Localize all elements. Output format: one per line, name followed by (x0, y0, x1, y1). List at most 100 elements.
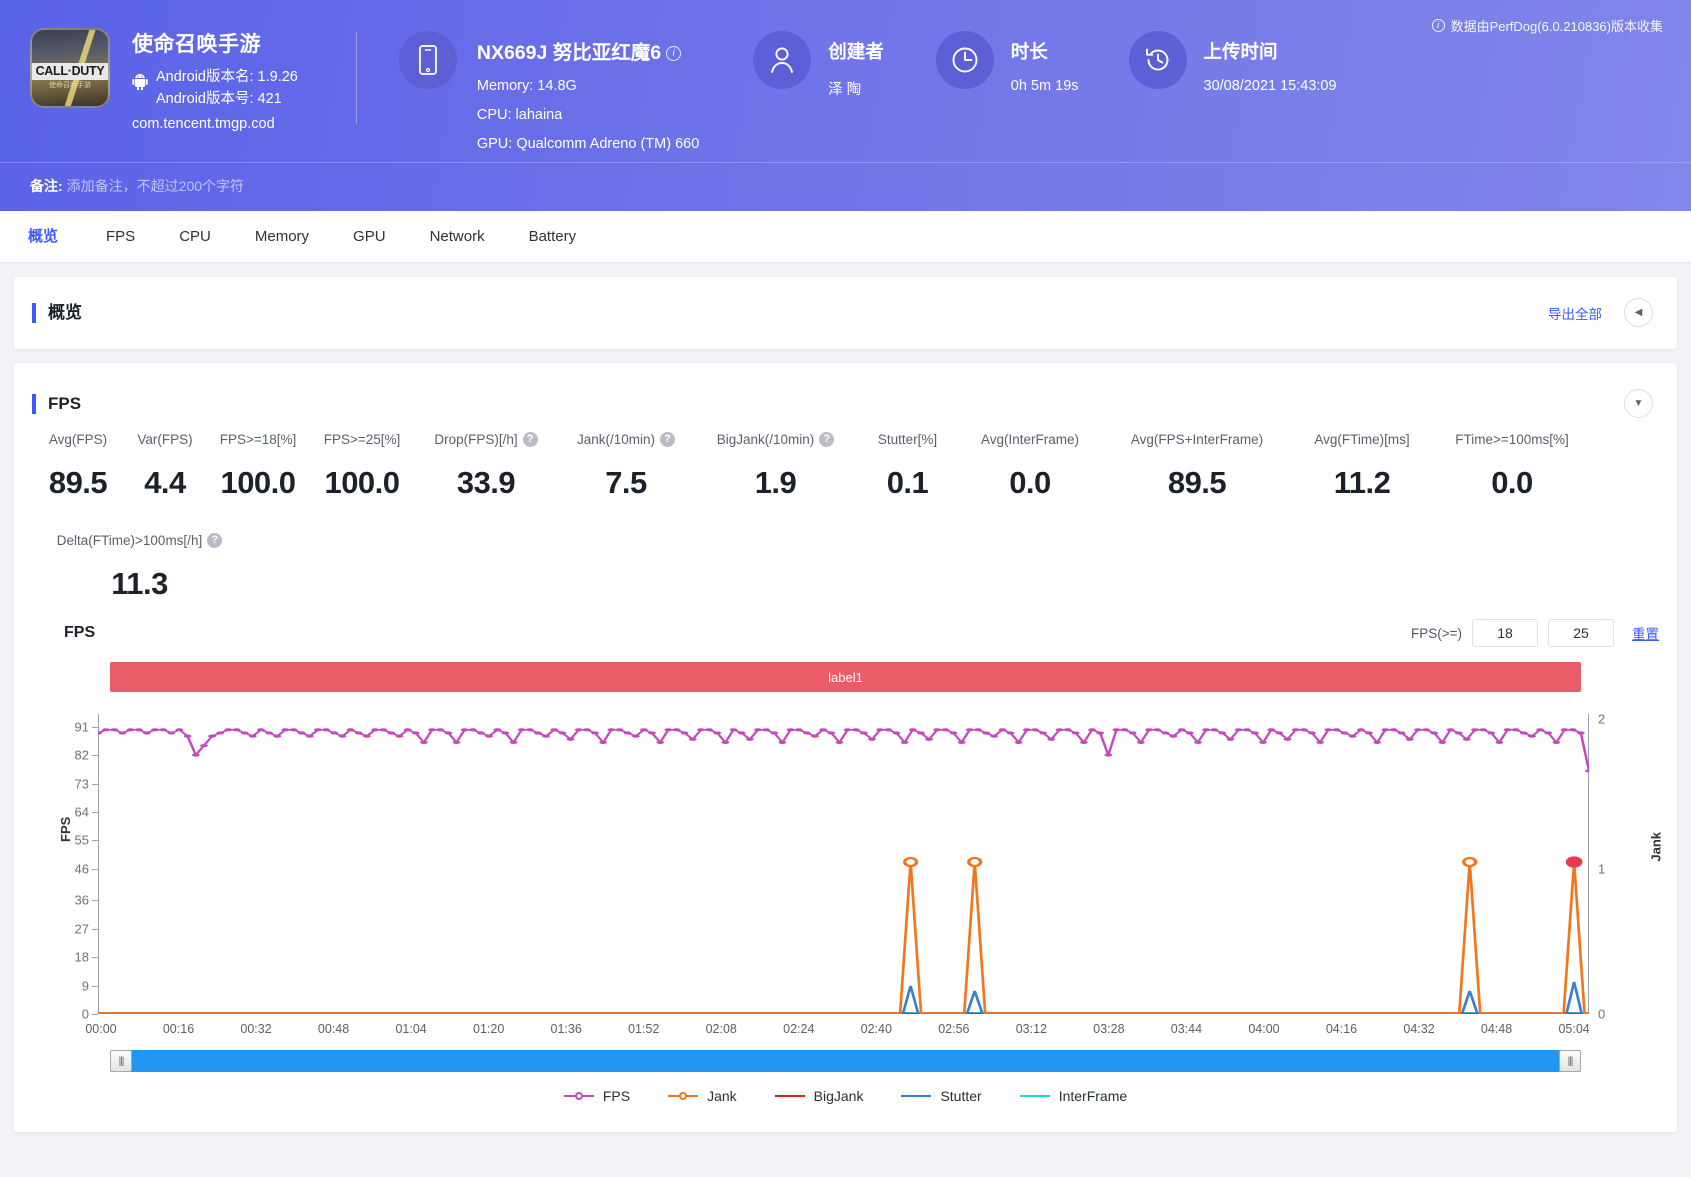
legend-item-stutter[interactable]: Stutter (901, 1088, 982, 1104)
device-info-block: NX669J 努比亚红魔6 i Memory: 14.8G CPU: lahain… (398, 18, 700, 152)
phone-icon (398, 31, 457, 89)
tab-memory[interactable]: Memory (233, 211, 331, 263)
xtick-1: 00:16 (162, 1022, 195, 1036)
duration-value: 0h 5m 19s (1010, 78, 1079, 94)
metric-avg-ftime-value: 11.2 (1333, 465, 1391, 500)
legend-item-fps[interactable]: FPS (563, 1088, 631, 1104)
device-gpu: GPU: Qualcomm Adreno (TM) 660 (476, 136, 700, 152)
help-icon-jank[interactable]: ? (660, 431, 676, 447)
chevron-down-icon[interactable]: ▼ (1624, 389, 1653, 418)
clock-icon (935, 31, 994, 89)
chart-legend: FPS Jank BigJank Stutter InterFrame (32, 1088, 1659, 1122)
report-header: i 数据由PerfDog(6.0.210836)版本收集 CALL·DUTY 使… (0, 0, 1691, 211)
legend-label-stutter: Stutter (940, 1088, 982, 1104)
tab-network[interactable]: Network (408, 211, 507, 263)
app-icon: CALL·DUTY 使命召唤手游 (30, 28, 110, 108)
fps-threshold-2-input[interactable] (1548, 619, 1614, 647)
label-bar[interactable]: label1 (110, 662, 1581, 692)
metric-avg-interframe-value: 0.0 (1009, 465, 1051, 500)
legend-item-bigjank[interactable]: BigJank (774, 1088, 864, 1104)
reset-link[interactable]: 重置 (1632, 623, 1659, 643)
metric-avg-interframe-label: Avg(InterFrame) (980, 431, 1080, 447)
device-info-icon[interactable]: i (666, 46, 682, 61)
legend-marker-fps (563, 1090, 594, 1102)
xtick-19: 05:04 (1558, 1022, 1590, 1036)
metric-var-fps-label: Var(FPS) (137, 431, 193, 447)
overview-card: 概览 导出全部 ◀ (14, 277, 1677, 349)
xtick-14: 03:44 (1170, 1022, 1203, 1036)
metric-fps-ge-25: FPS>=25[%] 100.0 (310, 428, 414, 501)
metric-avg-fps-interframe-value: 89.5 (1167, 465, 1227, 500)
upload-time-title: 上传时间 (1203, 41, 1278, 62)
xtick-4: 01:04 (395, 1022, 427, 1036)
legend-marker-interframe (1019, 1090, 1050, 1102)
info-icon: i (1431, 19, 1445, 32)
y2tick-2: 2 (1598, 711, 1606, 726)
overview-title: 概览 (32, 302, 82, 323)
metric-fps-ge-25-value: 100.0 (324, 465, 400, 500)
legend-label-bigjank: BigJank (813, 1088, 864, 1104)
xtick-10: 02:40 (860, 1022, 892, 1036)
scroll-handle-right[interactable]: ||| (1559, 1050, 1581, 1072)
tab-fps-label: FPS (106, 227, 136, 245)
note-placeholder[interactable]: 添加备注，不超过200个字符 (67, 178, 244, 194)
app-package-name: com.tencent.tmgp.cod (132, 116, 275, 132)
xtick-5: 01:20 (473, 1022, 505, 1036)
legend-item-jank[interactable]: Jank (668, 1088, 737, 1104)
main-tabs: 概览 FPS CPU Memory GPU Network Battery (0, 211, 1691, 263)
upload-time-value: 30/08/2021 15:43:09 (1203, 78, 1337, 94)
metric-avg-ftime: Avg(FTime)[ms] 11.2 (1292, 428, 1432, 501)
note-label: 备注: (30, 178, 63, 194)
help-icon-drop-fps[interactable]: ? (522, 431, 538, 447)
fps-threshold-1-input[interactable] (1472, 619, 1538, 647)
legend-label-fps: FPS (602, 1088, 631, 1104)
legend-marker-stutter (901, 1090, 932, 1102)
tab-gpu[interactable]: GPU (331, 211, 408, 263)
chevron-left-icon[interactable]: ◀ (1624, 298, 1653, 327)
xtick-13: 03:28 (1093, 1022, 1125, 1036)
legend-item-interframe[interactable]: InterFrame (1019, 1088, 1127, 1104)
scroll-handle-left[interactable]: ||| (110, 1050, 132, 1072)
metric-jank: Jank(/10min)? 7.5 (558, 428, 694, 501)
metric-ftime-ge-100ms: FTime>=100ms[%] 0.0 (1432, 428, 1592, 501)
device-memory: Memory: 14.8G (476, 78, 577, 94)
tab-cpu-label: CPU (179, 227, 211, 245)
tab-battery[interactable]: Battery (507, 211, 599, 263)
chart-scrollbar[interactable]: ||| ||| (110, 1050, 1581, 1072)
collect-note-text: 数据由PerfDog(6.0.210836)版本收集 (1450, 19, 1663, 34)
tab-overview[interactable]: 概览 (28, 211, 84, 263)
history-icon (1128, 31, 1187, 89)
app-icon-title: CALL·DUTY (32, 63, 108, 81)
metric-avg-fps: Avg(FPS) 89.5 (32, 428, 124, 501)
xtick-6: 01:36 (550, 1022, 582, 1036)
duration-title: 时长 (1010, 41, 1048, 62)
app-icon-subtitle: 使命召唤手游 (49, 82, 91, 90)
metric-var-fps: Var(FPS) 4.4 (124, 428, 206, 501)
metric-fps-ge-18-value: 100.0 (220, 465, 296, 500)
help-icon-delta-ftime[interactable]: ? (207, 532, 223, 548)
metric-fps-ge-18-label: FPS>=18[%] (219, 431, 297, 447)
metric-delta-ftime: Delta(FTime)>100ms[/h]? 11.3 (32, 529, 247, 602)
metric-drop-fps-value: 33.9 (456, 465, 516, 500)
tab-network-label: Network (429, 227, 485, 245)
fps-card: FPS ▼ Avg(FPS) 89.5 Var(FPS) 4.4 FPS>=18… (14, 363, 1677, 1132)
export-all-link[interactable]: 导出全部 (1548, 303, 1602, 323)
metric-avg-interframe: Avg(InterFrame) 0.0 (958, 428, 1102, 501)
tab-cpu[interactable]: CPU (157, 211, 233, 263)
metric-delta-ftime-value: 11.3 (111, 566, 168, 601)
metric-stutter-value: 0.1 (886, 465, 929, 500)
label-bar-text: label1 (828, 669, 863, 685)
help-icon-bigjank[interactable]: ? (819, 431, 835, 447)
metric-jank-value: 7.5 (605, 465, 647, 500)
xtick-3: 00:48 (317, 1022, 350, 1036)
legend-marker-bigjank (774, 1090, 805, 1102)
app-version-name: Android版本名: 1.9.26 (156, 69, 298, 85)
xtick-15: 04:00 (1248, 1022, 1280, 1036)
collect-note: i 数据由PerfDog(6.0.210836)版本收集 (1431, 16, 1663, 35)
xtick-11: 02:56 (938, 1022, 970, 1036)
fps-series-svg (98, 728, 1589, 773)
tab-battery-label: Battery (528, 227, 577, 245)
note-row[interactable]: 备注: 添加备注，不超过200个字符 (0, 162, 1691, 211)
metric-fps-ge-25-label: FPS>=25[%] (323, 431, 401, 447)
tab-fps[interactable]: FPS (84, 211, 157, 263)
